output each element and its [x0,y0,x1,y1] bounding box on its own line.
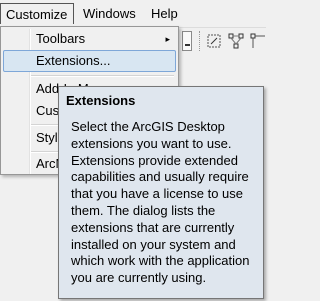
menu-customize[interactable]: Customize [0,3,74,24]
menu-windows[interactable]: Windows [83,4,136,23]
submenu-arrow-icon: ▸ [165,34,170,44]
node-edit-icon[interactable] [227,32,245,50]
menu-item-extensions[interactable]: Extensions... [3,50,176,72]
toolbar-dropdown-button[interactable] [182,31,192,51]
menu-separator [31,75,174,77]
tooltip-body: Select the ArcGIS Desktop extensions you… [71,119,250,286]
menu-item-label: Extensions... [36,53,111,68]
menu-bar: Customize Windows Help [0,0,266,27]
extensions-tooltip: Extensions Select the ArcGIS Desktop ext… [58,86,264,299]
tooltip-title: Extensions [66,93,136,108]
menu-item-label: Toolbars [36,31,86,46]
menu-help[interactable]: Help [151,4,178,23]
vertex-edit-icon[interactable] [249,32,267,50]
menu-item-toolbars[interactable]: Toolbars ▸ [3,28,176,50]
select-box-icon[interactable] [205,32,223,50]
toolbar-separator [199,31,202,51]
